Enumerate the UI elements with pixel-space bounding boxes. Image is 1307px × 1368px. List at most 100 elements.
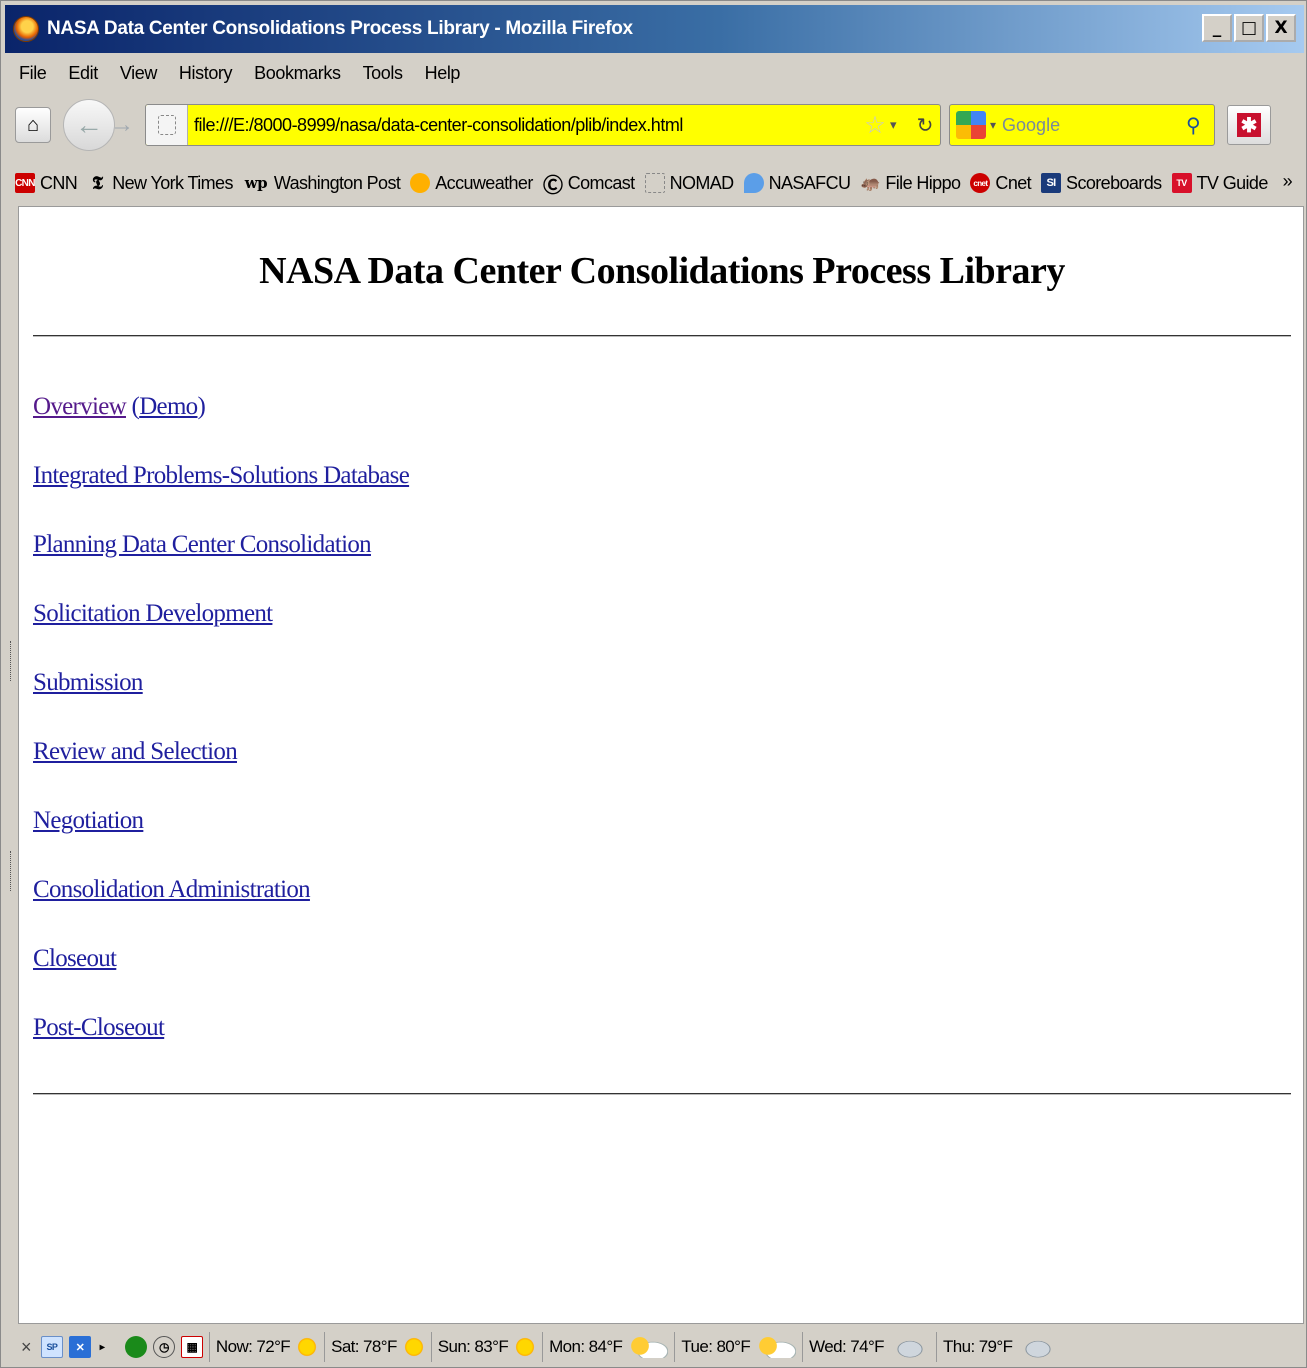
firefox-icon[interactable] — [13, 16, 39, 42]
bookmark-label: Washington Post — [273, 172, 401, 193]
bookmark-nyt[interactable]: 𝕿 New York Times — [87, 173, 233, 194]
page-icon — [644, 173, 665, 193]
close-button[interactable]: X — [1266, 14, 1296, 42]
page-content: NASA Data Center Consolidations Process … — [18, 206, 1304, 1324]
menu-bookmarks[interactable]: Bookmarks — [254, 63, 341, 84]
browser-window: NASA Data Center Consolidations Process … — [0, 0, 1307, 1368]
bookmark-cnn[interactable]: CNN CNN — [15, 172, 78, 194]
closeout-link[interactable]: Closeout — [33, 945, 117, 972]
menu-tools[interactable]: Tools — [363, 63, 403, 84]
search-engine-dropdown-icon[interactable]: ▾ — [990, 118, 996, 132]
green-status-icon[interactable] — [124, 1336, 147, 1358]
bookmark-washington-post[interactable]: wp Washington Post — [243, 172, 401, 194]
maximize-button[interactable]: □ — [1234, 14, 1264, 42]
url-bar[interactable]: file:///E:/8000-8999/nasa/data-center-co… — [145, 104, 941, 146]
bookmark-label: File Hippo — [885, 172, 961, 193]
process-links: Overview (Demo) Integrated Problems-Solu… — [33, 393, 410, 1083]
weather-sun[interactable]: Sun: 83°F — [430, 1332, 542, 1362]
negotiation-link[interactable]: Negotiation — [33, 807, 144, 834]
bookmark-cnet[interactable]: cnet Cnet — [970, 173, 1032, 194]
menu-view[interactable]: View — [120, 63, 157, 84]
weather-label: Mon: 84°F — [549, 1337, 623, 1356]
calendar-icon[interactable]: ▦ — [180, 1336, 203, 1358]
forward-button[interactable]: → — [109, 111, 135, 139]
bookmark-file-hippo[interactable]: 🦛 File Hippo — [860, 172, 961, 194]
tvguide-icon: TV — [1171, 173, 1192, 193]
bookmark-scoreboards[interactable]: SI Scoreboards — [1041, 173, 1162, 194]
submission-link[interactable]: Submission — [33, 669, 143, 696]
weather-sat[interactable]: Sat: 78°F — [324, 1332, 431, 1362]
search-icon[interactable]: ⚲ — [1186, 113, 1214, 138]
menu-history[interactable]: History — [179, 63, 233, 84]
sidebar-grip[interactable] — [10, 641, 14, 681]
site-identity-button[interactable] — [146, 105, 188, 145]
xmarks-icon[interactable]: ✕ — [68, 1336, 91, 1358]
menu-bar: File Edit View History Bookmarks Tools H… — [5, 56, 1304, 90]
arrow-right-icon[interactable]: ▸ — [97, 1336, 107, 1358]
sp-icon[interactable]: SP — [40, 1336, 63, 1358]
cnn-icon: CNN — [15, 173, 36, 193]
bookmark-label: CNN — [40, 172, 78, 193]
bookmark-label: NASAFCU — [768, 172, 851, 193]
url-text[interactable]: file:///E:/8000-8999/nasa/data-center-co… — [194, 115, 860, 136]
overview-link[interactable]: Overview — [33, 393, 127, 420]
menu-file[interactable]: File — [19, 63, 47, 84]
bookmark-accuweather[interactable]: Accuweather — [410, 172, 533, 194]
bookmark-nomad[interactable]: NOMAD — [644, 172, 735, 194]
bookmark-label: NOMAD — [669, 172, 735, 193]
demo-link[interactable]: Demo — [139, 393, 198, 420]
comcast-icon: Ⓒ — [543, 174, 563, 197]
bookmark-star-icon[interactable]: ☆ — [860, 111, 890, 140]
partly-cloudy-icon — [628, 1336, 669, 1358]
menu-help[interactable]: Help — [425, 63, 461, 84]
google-icon[interactable] — [956, 111, 986, 139]
back-arrow-icon: ← — [75, 109, 103, 140]
search-input[interactable]: Google — [1002, 115, 1186, 136]
clock-icon[interactable]: ◷ — [152, 1336, 175, 1358]
weather-now[interactable]: Now: 72°F — [208, 1332, 324, 1362]
list-item: Solicitation Development — [33, 600, 409, 669]
post-closeout-link[interactable]: Post-Closeout — [33, 1014, 165, 1041]
back-button[interactable]: ← — [63, 99, 115, 151]
si-icon: SI — [1041, 173, 1062, 193]
chevron-right-icon[interactable]: » — [1283, 171, 1293, 192]
planning-consolidation-link[interactable]: Planning Data Center Consolidation — [33, 531, 372, 558]
minimize-button[interactable]: _ — [1202, 14, 1232, 42]
page-icon — [157, 115, 176, 135]
list-item: Negotiation — [33, 807, 409, 876]
bookmark-label: New York Times — [112, 172, 233, 193]
review-selection-link[interactable]: Review and Selection — [33, 738, 238, 765]
weather-thu[interactable]: Thu: 79°F — [935, 1332, 1064, 1362]
partly-cloudy-icon — [756, 1336, 797, 1358]
consolidation-administration-link[interactable]: Consolidation Administration — [33, 876, 311, 903]
weather-wed[interactable]: Wed: 74°F — [802, 1332, 936, 1362]
weather-label: Now: 72°F — [215, 1337, 291, 1356]
search-bar[interactable]: ▾ Google ⚲ — [949, 104, 1215, 146]
weather-tue[interactable]: Tue: 80°F — [674, 1332, 802, 1362]
home-button[interactable]: ⌂ — [15, 107, 51, 143]
horizontal-rule — [33, 1093, 1291, 1095]
close-addon-bar-icon[interactable]: × — [21, 1337, 32, 1358]
title-bar: NASA Data Center Consolidations Process … — [5, 5, 1304, 53]
weather-mon[interactable]: Mon: 84°F — [542, 1332, 674, 1362]
bookmark-label: TV Guide — [1196, 172, 1269, 193]
solicitation-development-link[interactable]: Solicitation Development — [33, 600, 273, 627]
url-dropdown-icon[interactable]: ▾ — [890, 117, 910, 133]
rain-cloud-icon — [889, 1336, 930, 1358]
addon-icon: ✱ — [1237, 113, 1261, 137]
navigation-toolbar: ⌂ ← → file:///E:/8000-8999/nasa/data-cen… — [5, 93, 1304, 157]
filehippo-icon: 🦛 — [860, 175, 881, 192]
list-item: Overview (Demo) — [33, 393, 409, 462]
cnet-icon: cnet — [970, 173, 991, 193]
reload-icon[interactable]: ↻ — [910, 113, 940, 138]
bookmark-nasafcu[interactable]: NASAFCU — [743, 172, 851, 194]
bookmark-tv-guide[interactable]: TV TV Guide — [1171, 172, 1269, 194]
nasafcu-icon — [743, 173, 764, 193]
sidebar-grip[interactable] — [10, 851, 14, 891]
addon-button[interactable]: ✱ — [1227, 105, 1271, 145]
integrated-problems-solutions-link[interactable]: Integrated Problems-Solutions Database — [33, 462, 410, 489]
menu-edit[interactable]: Edit — [68, 63, 98, 84]
bookmark-label: Accuweather — [435, 172, 533, 193]
bookmark-comcast[interactable]: Ⓒ Comcast — [543, 173, 635, 197]
rain-cloud-icon — [1018, 1336, 1059, 1358]
